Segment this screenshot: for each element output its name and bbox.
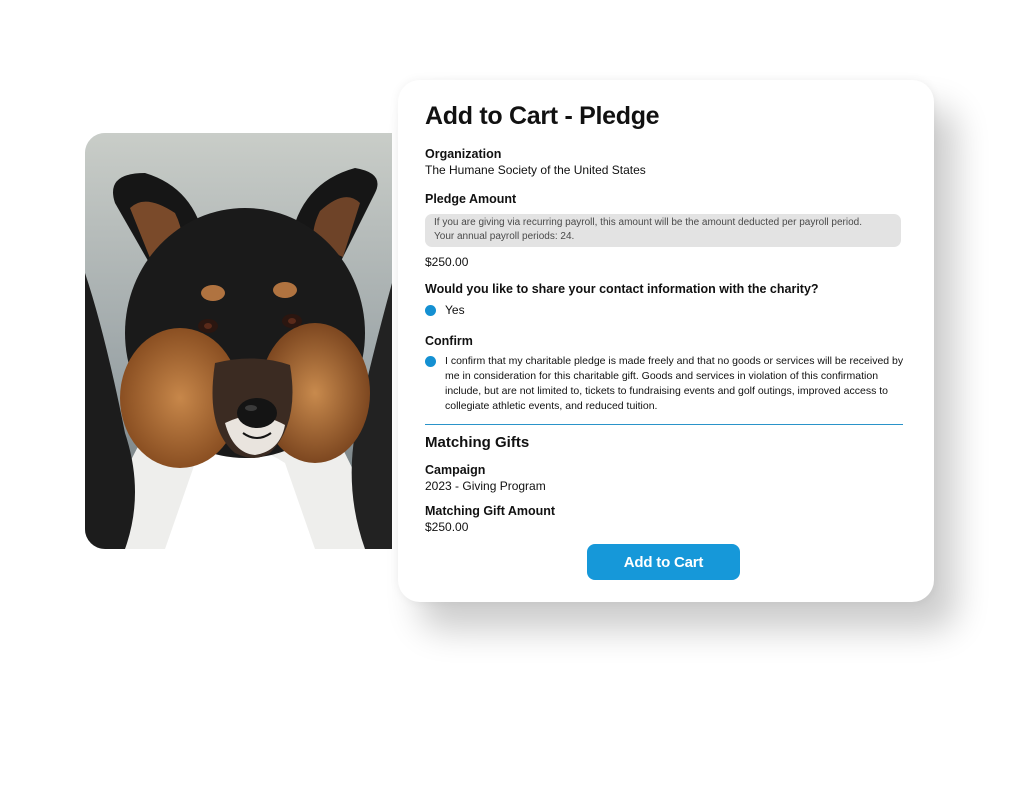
radio-selected-icon[interactable] [425,356,436,367]
pledge-amount-section: Pledge Amount If you are giving via recu… [425,191,905,270]
campaign-label: Campaign [425,463,486,477]
share-contact-section: Would you like to share your contact inf… [425,281,905,318]
matching-amount-label: Matching Gift Amount [425,504,556,518]
organization-section: Organization The Humane Society of the U… [425,146,905,178]
pledge-amount-label: Pledge Amount [425,192,517,206]
page-title: Add to Cart - Pledge [425,102,660,130]
share-contact-question: Would you like to share your contact inf… [425,282,819,296]
share-contact-yes-label: Yes [445,303,465,317]
dog-photo [85,133,392,549]
pledge-amount-value: $250.00 [425,255,469,269]
confirm-section: Confirm I confirm that my charitable ple… [425,333,905,414]
organization-value: The Humane Society of the United States [425,163,646,177]
matching-gifts-title: Matching Gifts [425,434,530,451]
campaign-value: 2023 - Giving Program [425,479,546,493]
share-contact-yes-option[interactable]: Yes [425,303,905,318]
organization-label: Organization [425,147,502,161]
payroll-note: If you are giving via recurring payroll,… [425,214,901,247]
payroll-note-line2: Your annual payroll periods: 24. [434,231,575,242]
radio-selected-icon[interactable] [425,305,436,316]
campaign-section: Campaign 2023 - Giving Program [425,462,905,494]
page: Add to Cart - Pledge Organization The Hu… [0,0,1024,802]
matching-amount-value: $250.00 [425,520,469,534]
section-divider [425,424,903,425]
confirm-text: I confirm that my charitable pledge is m… [445,355,904,412]
matching-amount-section: Matching Gift Amount $250.00 [425,503,905,535]
confirm-label: Confirm [425,334,473,348]
payroll-note-line1: If you are giving via recurring payroll,… [434,217,863,228]
pledge-form: Add to Cart - Pledge Organization The Hu… [425,100,905,535]
add-to-cart-button[interactable]: Add to Cart [587,544,740,580]
confirm-option[interactable]: I confirm that my charitable pledge is m… [425,354,905,414]
